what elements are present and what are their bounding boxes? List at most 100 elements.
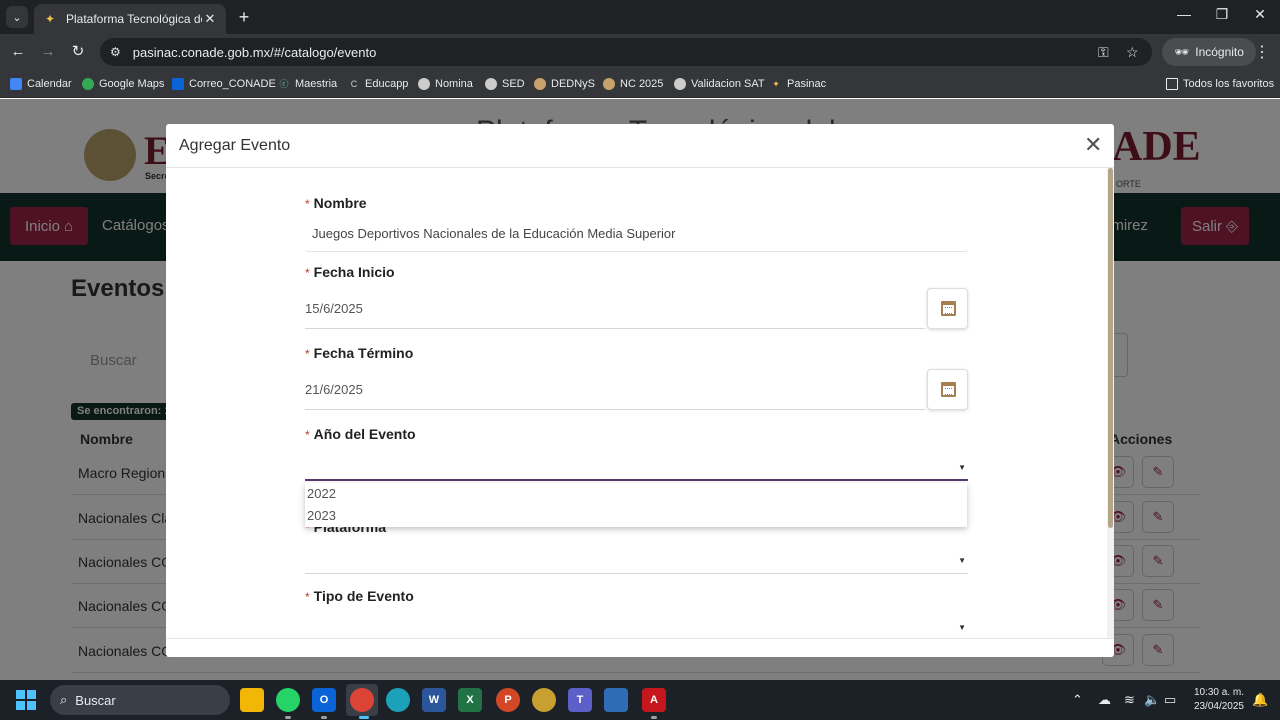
site-favicon-icon: ✦ (44, 12, 56, 26)
fecha-inicio-input[interactable]: 15/6/2025 (305, 287, 925, 329)
snipping-tool-icon[interactable] (604, 688, 628, 712)
bookmark-dednys[interactable]: DEDNyS (534, 76, 595, 92)
fecha-termino-input[interactable]: 21/6/2025 (305, 368, 925, 410)
pasinac-icon: ✦ (772, 79, 780, 89)
browser-tab-strip: ⌄ ✦ Plataforma Tecnológica del Sistema ✕… (0, 0, 1280, 34)
reload-icon[interactable]: ↻ (68, 42, 88, 62)
globe-icon (674, 78, 686, 90)
minimize-icon[interactable]: — (1172, 6, 1196, 22)
calendar-icon (10, 78, 22, 90)
required-mark: * (305, 590, 310, 604)
new-tab-plus-icon[interactable]: + (234, 8, 254, 26)
incognito-badge[interactable]: 🕶 Incógnito (1162, 38, 1256, 66)
browser-menu-icon[interactable]: ⋮ (1254, 42, 1270, 62)
forward-arrow-icon[interactable]: → (38, 42, 58, 62)
excel-icon[interactable]: X (458, 688, 482, 712)
acrobat-icon[interactable]: A (642, 688, 666, 712)
search-icon: ⌕ (60, 692, 68, 707)
show-hidden-icons-chevron-icon[interactable]: ⌃ (1072, 692, 1083, 708)
edge-icon[interactable] (386, 688, 410, 712)
volume-icon[interactable]: 🔈 (1144, 692, 1160, 708)
back-arrow-icon[interactable]: ← (8, 42, 28, 62)
all-favorites-folder[interactable]: Todos los favoritos (1166, 76, 1274, 92)
bookmark-nomina[interactable]: Nomina (418, 76, 473, 92)
bookmark-educapp[interactable]: C Educapp (348, 76, 409, 92)
chrome-icon[interactable] (350, 688, 374, 712)
word-icon[interactable]: W (422, 688, 446, 712)
calendar-icon (941, 382, 956, 397)
file-explorer-icon[interactable] (240, 688, 264, 712)
maximize-icon[interactable]: ❐ (1210, 6, 1234, 23)
url-text[interactable]: pasinac.conade.gob.mx/#/catalogo/evento (133, 45, 377, 60)
bookmarks-bar: Calendar Google Maps Correo_CONADE ⓒ Maes… (0, 70, 1280, 98)
onedrive-cloud-icon[interactable]: ☁ (1098, 692, 1111, 708)
nombre-input[interactable]: Juegos Deportivos Nacionales de la Educa… (305, 216, 968, 252)
notifications-bell-icon[interactable]: 🔔 (1252, 692, 1268, 708)
fecha-termino-calendar-button[interactable] (927, 369, 968, 410)
modal-header: Agregar Evento ✕ (166, 124, 1114, 168)
anio-label: * Año del Evento (305, 426, 416, 442)
teams-icon[interactable]: T (568, 688, 592, 712)
fecha-inicio-calendar-button[interactable] (927, 288, 968, 329)
tab-title: Plataforma Tecnológica del Sistema (66, 12, 202, 26)
anio-dropdown-list: 2022 2023 (305, 483, 967, 527)
bookmark-pasinac[interactable]: ✦ Pasinac (770, 76, 826, 92)
wifi-icon[interactable]: ≋ (1124, 692, 1135, 708)
globe-icon (418, 78, 430, 90)
dropdown-option[interactable]: 2023 (305, 505, 967, 527)
running-indicator (359, 716, 369, 719)
windows-start-icon[interactable] (16, 690, 36, 710)
incognito-label: Incógnito (1195, 45, 1244, 59)
add-event-modal: Agregar Evento ✕ * Nombre Juegos Deportiv… (166, 124, 1114, 657)
bookmark-google-maps[interactable]: Google Maps (82, 76, 164, 92)
plataforma-select[interactable]: ▼ (305, 546, 968, 574)
tipo-evento-label: * Tipo de Evento (305, 588, 414, 604)
globe-icon (485, 78, 497, 90)
fecha-termino-label: * Fecha Término (305, 345, 414, 361)
tipo-evento-select[interactable]: ▼ (305, 613, 968, 637)
bookmark-validacion-sat[interactable]: Validacion SAT (674, 76, 765, 92)
nombre-label: * Nombre (305, 195, 367, 211)
dropdown-option[interactable]: 2022 (305, 483, 967, 505)
tab-close-icon[interactable]: ✕ (202, 11, 218, 27)
modal-title: Agregar Evento (179, 137, 291, 154)
app-icon[interactable] (532, 688, 556, 712)
bookmark-calendar[interactable]: Calendar (10, 76, 72, 92)
running-indicator (285, 716, 291, 719)
maestria-icon: ⓒ (279, 79, 289, 89)
site-info-icon[interactable]: ⚙ (110, 45, 121, 59)
powerpoint-icon[interactable]: P (496, 688, 520, 712)
bookmark-maestria[interactable]: ⓒ Maestria (278, 76, 337, 92)
bookmark-sed[interactable]: SED (485, 76, 525, 92)
battery-icon[interactable]: ▭ (1164, 692, 1176, 708)
window-close-icon[interactable]: ✕ (1248, 6, 1272, 23)
modal-body: * Nombre Juegos Deportivos Nacionales de … (166, 168, 1106, 638)
dednys-icon (534, 78, 546, 90)
browser-tab[interactable]: ✦ Plataforma Tecnológica del Sistema ✕ (34, 4, 226, 34)
dropdown-caret-icon: ▼ (958, 623, 966, 632)
fecha-inicio-label: * Fecha Inicio (305, 264, 395, 280)
tab-search-chevron-icon[interactable]: ⌄ (6, 6, 28, 28)
anio-select[interactable]: ▼ (305, 453, 968, 481)
bookmark-star-icon[interactable]: ☆ (1126, 44, 1139, 61)
modal-footer-divider (166, 638, 1114, 639)
whatsapp-icon[interactable] (276, 688, 300, 712)
windows-taskbar: ⌕ Buscar O W X P T A ⌃ ☁ ≋ 🔈 ▭ 10:30 a. … (0, 680, 1280, 720)
outlook-icon (172, 78, 184, 90)
close-icon[interactable]: ✕ (1084, 134, 1102, 156)
dropdown-caret-icon: ▼ (958, 556, 966, 565)
calendar-icon (941, 301, 956, 316)
taskbar-search[interactable]: ⌕ Buscar (50, 685, 230, 715)
system-clock[interactable]: 10:30 a. m. 23/04/2025 (1186, 686, 1244, 714)
nc-icon (603, 78, 615, 90)
dropdown-caret-icon: ▼ (958, 463, 966, 472)
running-indicator (321, 716, 327, 719)
password-key-icon[interactable]: ⚿ (1098, 44, 1109, 61)
outlook-icon[interactable]: O (312, 688, 336, 712)
scrollbar-thumb[interactable] (1108, 168, 1113, 528)
modal-scrollbar[interactable] (1107, 168, 1114, 638)
running-indicator (651, 716, 657, 719)
bookmark-nc2025[interactable]: NC 2025 (603, 76, 663, 92)
bookmark-correo[interactable]: Correo_CONADE (172, 76, 276, 92)
address-bar[interactable]: ⚙ pasinac.conade.gob.mx/#/catalogo/event… (100, 38, 1152, 66)
